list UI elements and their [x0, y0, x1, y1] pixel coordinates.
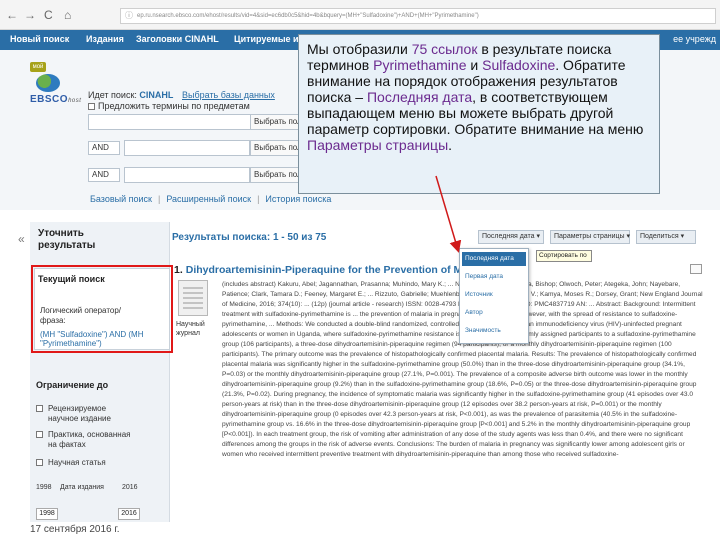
basic-search-link[interactable]: Базовый поиск — [90, 194, 152, 204]
limit-to-heading: Ограничение до — [36, 380, 109, 390]
operator-select-2[interactable]: AND — [88, 141, 120, 155]
limit-checkbox[interactable] — [36, 405, 43, 412]
forward-arrow-icon[interactable]: → — [24, 8, 36, 22]
annotation-callout: Мы отобразили 75 ссылок в результате пои… — [298, 34, 660, 194]
logo-leaf — [36, 74, 60, 92]
sort-dropdown[interactable]: Последняя дата ▾ — [478, 230, 544, 244]
nav-publications[interactable]: Издания — [86, 34, 124, 44]
reload-icon[interactable]: C — [44, 8, 53, 22]
field-select-1[interactable]: Выбрать поле — [250, 114, 300, 130]
result-title-link[interactable]: Dihydroartemisinin-Piperaquine for the P… — [186, 264, 502, 276]
date-min-label: 1998 — [36, 484, 52, 491]
callout-highlight-count: 75 ссылок — [411, 41, 478, 57]
info-icon: ⓘ — [125, 11, 133, 20]
refine-results-title: Уточнить результаты — [38, 228, 96, 251]
publication-type-label: Научный журнал — [176, 321, 205, 337]
search-mode-links: Базовый поиск | Расширенный поиск | История … — [90, 194, 332, 204]
sort-option-relevance[interactable]: Значимость — [462, 324, 526, 338]
search-input-3[interactable] — [124, 167, 250, 183]
nav-cinahl-headings[interactable]: Заголовки CINAHL — [136, 34, 219, 44]
limit-evidence-based[interactable]: Практика, основанная на фактах — [36, 430, 136, 450]
back-arrow-icon[interactable]: ← — [6, 8, 18, 22]
date-max-label: 2016 — [122, 484, 138, 491]
highlight-frame — [31, 265, 173, 353]
sort-option-author[interactable]: Автор — [462, 306, 526, 320]
database-name: CINAHL — [139, 90, 174, 100]
advanced-search-link[interactable]: Расширенный поиск — [166, 194, 251, 204]
field-select-3[interactable]: Выбрать поле — [250, 167, 300, 183]
sort-option-oldest[interactable]: Первая дата — [462, 270, 526, 284]
nav-new-search[interactable]: Новый поиск — [10, 34, 69, 44]
slide-date: 17 сентября 2016 г. — [30, 524, 120, 535]
callout-highlight-term1: Pyrimethamine — [373, 57, 467, 73]
page-options-dropdown[interactable]: Параметры страницы ▾ — [550, 230, 630, 244]
limit-checkbox[interactable] — [36, 431, 43, 438]
limit-research-article[interactable]: Научная статья — [36, 458, 136, 468]
result-number: 1. — [174, 264, 183, 276]
limit-checkbox[interactable] — [36, 459, 43, 466]
database-line: Идет поиск: CINAHL — [88, 90, 173, 100]
callout-text-mid: и — [466, 57, 483, 73]
nav-institution[interactable]: ее учрежд — [673, 34, 716, 44]
home-icon[interactable]: ⌂ — [64, 8, 71, 22]
sort-option-source[interactable]: Источник — [462, 288, 526, 302]
sort-tooltip: Сортировать по — [536, 250, 592, 262]
browser-toolbar: ← → C ⌂ ⓘ ep.ru.nsearch.ebsco.com/ehost/… — [0, 0, 720, 30]
callout-text-1: Мы отобразили — [307, 41, 412, 57]
address-url: ep.ru.nsearch.ebsco.com/ehost/results/vi… — [137, 13, 479, 19]
limit-peer-reviewed[interactable]: Рецензируемое научное издание — [36, 404, 136, 424]
limit-label: Практика, основанная на фактах — [48, 430, 131, 449]
callout-highlight-page-options: Параметры страницы — [307, 137, 449, 153]
database-prefix: Идет поиск: — [88, 90, 137, 100]
search-history-link[interactable]: История поиска — [265, 194, 331, 204]
date-to-input[interactable]: 2016 — [118, 508, 140, 520]
suggest-terms[interactable]: Предложить термины по предметам — [88, 101, 250, 111]
choose-databases-link[interactable]: Выбрать базы данных — [182, 90, 275, 100]
collapse-sidebar-icon[interactable]: « — [18, 232, 25, 246]
brand-name: EBSCOhost — [30, 94, 81, 105]
suggest-checkbox[interactable] — [88, 103, 95, 111]
date-from-input[interactable]: 1998 — [36, 508, 58, 520]
brand-main: EBSCO — [30, 94, 69, 105]
limit-label: Рецензируемое научное издание — [48, 404, 111, 423]
sort-option-newest[interactable]: Последняя дата — [462, 252, 526, 266]
result-title[interactable]: 1. Dihydroartemisinin-Piperaquine for the… — [174, 264, 502, 276]
document-icon — [178, 280, 208, 316]
limit-label: Научная статья — [48, 458, 106, 467]
field-select-2[interactable]: Выбрать поле — [250, 140, 300, 156]
brand-suffix: host — [68, 98, 82, 104]
publication-date-heading: 1998 Дата издания 2016 — [36, 484, 140, 495]
date-title: Дата издания — [60, 484, 104, 491]
callout-text-5: . — [448, 137, 453, 153]
operator-select-3[interactable]: AND — [88, 168, 120, 182]
share-dropdown[interactable]: Поделиться ▾ — [636, 230, 696, 244]
address-bar[interactable]: ⓘ ep.ru.nsearch.ebsco.com/ehost/results/… — [120, 8, 716, 24]
results-heading: Результаты поиска: 1 - 50 из 75 — [172, 232, 327, 243]
callout-highlight-sort: Последняя дата — [366, 89, 473, 105]
preview-icon[interactable] — [690, 264, 702, 274]
callout-highlight-term2: Sulfadoxine — [482, 57, 556, 73]
suggest-label: Предложить термины по предметам — [98, 101, 250, 111]
search-input-2[interactable] — [124, 140, 250, 156]
logo-badge: мой — [30, 62, 46, 72]
